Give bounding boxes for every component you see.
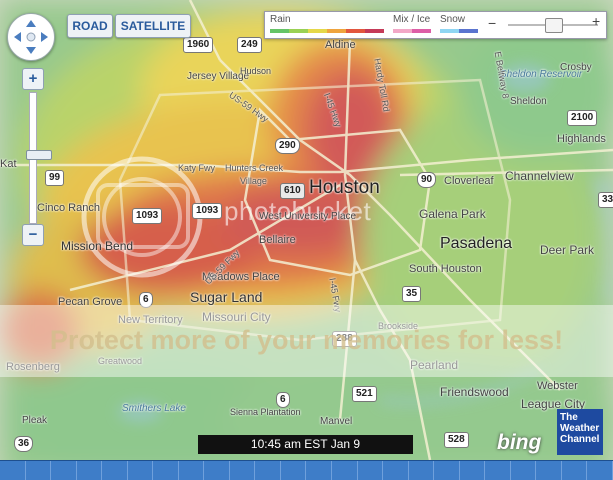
legend-color-swatch <box>412 29 431 33</box>
place-label-south-houston: South Houston <box>409 263 482 275</box>
legend-color-swatch <box>270 29 289 33</box>
place-label-pasadena: Pasadena <box>440 235 513 252</box>
road-view-button[interactable]: ROAD <box>67 14 113 38</box>
timeline-frame[interactable] <box>281 461 307 480</box>
radar-timestamp: 10:45 am EST Jan 9 <box>198 435 413 454</box>
place-label-sheldon-reservoir: Sheldon Reservoir <box>500 69 583 80</box>
timeline-frame[interactable] <box>102 461 128 480</box>
highway-shield: 6 <box>276 392 290 408</box>
place-label-galena-park: Galena Park <box>419 207 486 221</box>
place-label-west-university-place: West University Place <box>259 211 357 222</box>
legend-color-swatch <box>289 29 308 33</box>
timeline-frame[interactable] <box>204 461 230 480</box>
weather-channel-logo: The Weather Channel <box>557 409 603 455</box>
timeline-frame[interactable] <box>307 461 333 480</box>
zoom-out-button[interactable]: − <box>22 224 44 246</box>
place-label-houston: Houston <box>309 177 380 198</box>
zoom-control[interactable]: + − <box>22 68 52 246</box>
place-label-hudson: Hudson <box>240 66 272 76</box>
legend-color-swatch <box>459 29 478 33</box>
highway-shield: 1960 <box>183 37 214 53</box>
timeline-frame[interactable] <box>511 461 537 480</box>
timeline-frame[interactable] <box>409 461 435 480</box>
bing-logo: bing <box>497 431 542 454</box>
highway-shield: 330 <box>598 192 613 208</box>
legend-color-swatch <box>365 29 384 33</box>
pan-arrows-icon[interactable] <box>8 14 54 60</box>
place-label-deer-park: Deer Park <box>540 243 595 257</box>
timeline-frame[interactable] <box>128 461 154 480</box>
place-label-sheldon: Sheldon <box>510 96 547 107</box>
place-label-manvel: Manvel <box>320 416 353 427</box>
legend-color-swatch <box>308 29 327 33</box>
highway-shield: 2100 <box>567 110 598 126</box>
timeline-frame[interactable] <box>0 461 26 480</box>
legend-color-swatch <box>440 29 459 33</box>
place-label-smithers-lake: Smithers Lake <box>122 403 186 414</box>
legend-color-swatch <box>346 29 365 33</box>
timeline-frame[interactable] <box>332 461 358 480</box>
timeline-frame[interactable] <box>358 461 384 480</box>
timeline-frame[interactable] <box>153 461 179 480</box>
timeline-frame[interactable] <box>536 461 562 480</box>
place-label-cloverleaf: Cloverleaf <box>444 175 494 187</box>
timeline-frame[interactable] <box>230 461 256 480</box>
zoom-in-button[interactable]: + <box>22 68 44 90</box>
place-label-pleak: Pleak <box>22 415 48 426</box>
road-label-katy-fwy: Katy Fwy <box>178 163 216 173</box>
timeline-frame[interactable] <box>460 461 486 480</box>
timeline-frame[interactable] <box>77 461 103 480</box>
timeline-frame[interactable] <box>485 461 511 480</box>
radar-map[interactable]: photobucket Houston Pasadena Sugar Land … <box>0 0 613 480</box>
opacity-decrease-button[interactable]: − <box>488 15 496 31</box>
timeline-frame[interactable] <box>255 461 281 480</box>
legend-snow-label: Snow <box>440 14 466 25</box>
place-label-cinco-ranch: Cinco Ranch <box>37 202 100 214</box>
legend-color-swatch <box>393 29 412 33</box>
place-label-channelview: Channelview <box>505 169 574 183</box>
legend-mix-label: Mix / Ice <box>393 14 431 25</box>
highway-shield: 610 <box>280 183 305 199</box>
highway-shield: 521 <box>352 386 377 402</box>
place-label-friendswood: Friendswood <box>440 385 509 399</box>
satellite-view-button[interactable]: SATELLITE <box>115 14 191 38</box>
highway-shield: 290 <box>275 138 300 154</box>
zoom-track[interactable] <box>26 92 52 224</box>
timeline-frame[interactable] <box>434 461 460 480</box>
place-label-sienna-plantation: Sienna Plantation <box>230 407 301 417</box>
legend-color-swatch <box>327 29 346 33</box>
opacity-slider-thumb[interactable] <box>545 18 563 33</box>
timeline-frame[interactable] <box>383 461 409 480</box>
highway-shield: 36 <box>14 436 34 452</box>
road-label-village: Village <box>240 176 267 186</box>
promo-watermark-text: Protect more of your memories for less! <box>49 325 564 355</box>
place-label-webster: Webster <box>537 380 578 392</box>
place-label-sugar-land: Sugar Land <box>190 289 263 305</box>
legend-rain-label: Rain <box>270 14 291 25</box>
precipitation-legend: Rain Mix / Ice Snow − + <box>264 11 607 39</box>
zoom-slider-thumb[interactable] <box>26 150 52 161</box>
place-label-highlands: Highlands <box>557 133 606 145</box>
highway-shield: 528 <box>444 432 469 448</box>
timeline-frame[interactable] <box>587 461 613 480</box>
place-label-bellaire: Bellaire <box>259 234 296 246</box>
place-label-aldine: Aldine <box>325 39 356 51</box>
highway-shield: 90 <box>417 172 437 188</box>
highway-shield: 249 <box>237 37 262 53</box>
place-label-mission-bend: Mission Bend <box>61 239 134 253</box>
highway-shield: 35 <box>402 286 422 302</box>
highway-shield: 1093 <box>192 203 223 219</box>
timeline-frame[interactable] <box>26 461 52 480</box>
place-label-katy: Kat <box>0 158 17 170</box>
road-label-hunters-creek: Hunters Creek <box>225 163 284 173</box>
timeline-frame[interactable] <box>51 461 77 480</box>
opacity-increase-button[interactable]: + <box>592 13 600 29</box>
highway-shield: 1093 <box>132 208 163 224</box>
animation-timeline[interactable] <box>0 460 613 480</box>
pan-control[interactable] <box>7 13 55 61</box>
timeline-frame[interactable] <box>179 461 205 480</box>
highway-shield: 99 <box>45 170 65 186</box>
opacity-slider[interactable] <box>508 18 598 33</box>
timeline-frame[interactable] <box>562 461 588 480</box>
